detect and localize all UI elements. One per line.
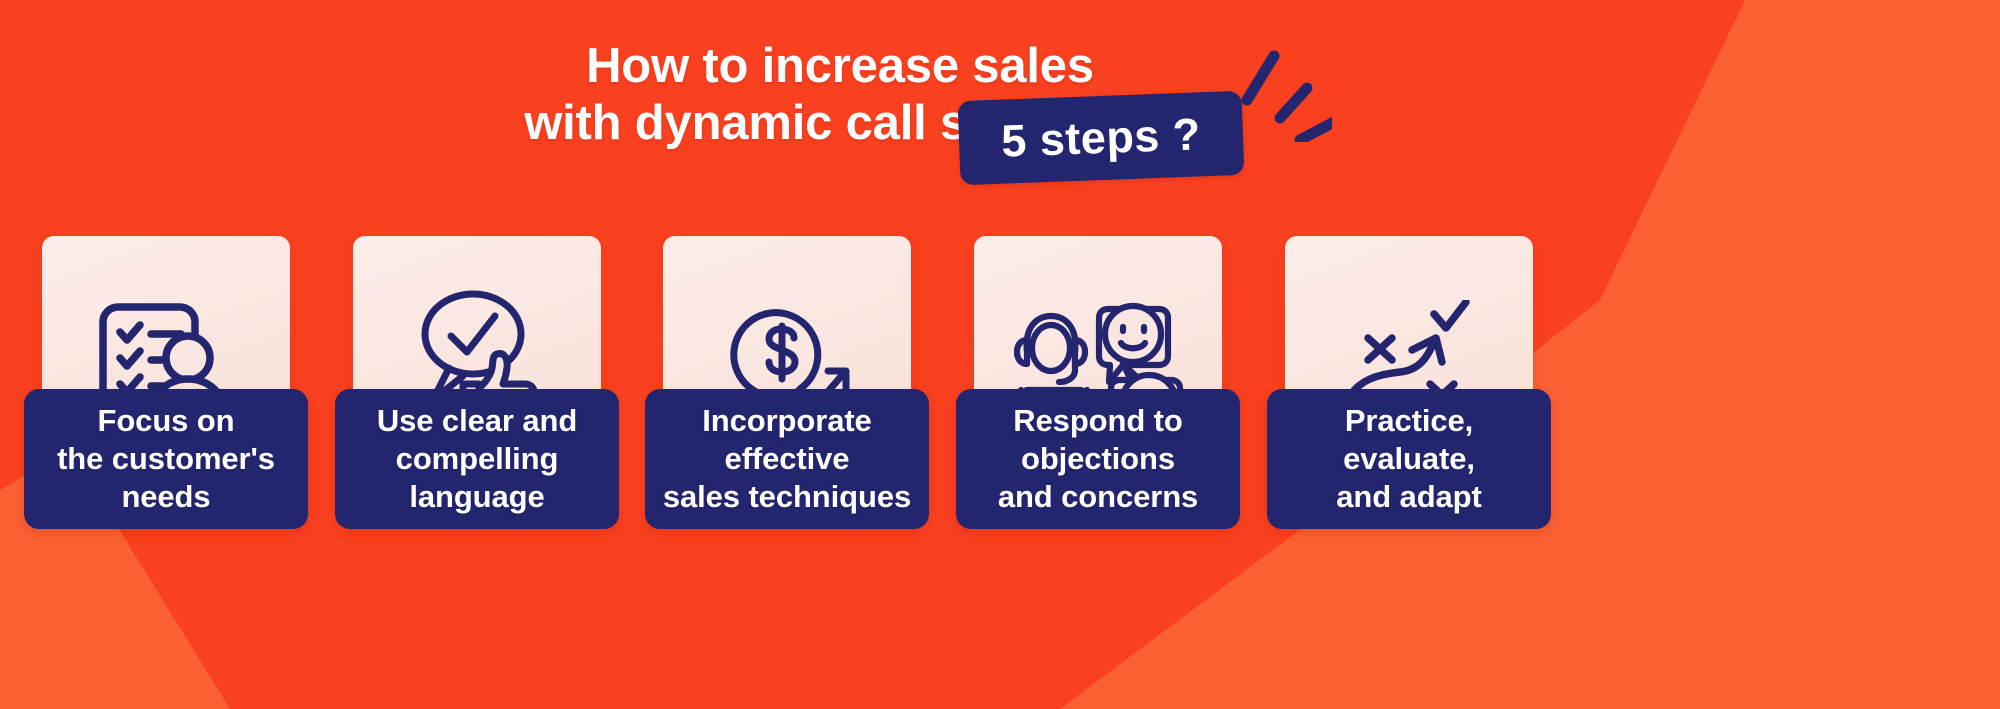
step-card-3-label[interactable]: Incorporate effective sales techniques: [645, 389, 929, 529]
step-4-label-line-2: objections: [1020, 441, 1175, 477]
step-card-2-label[interactable]: Use clear and compelling language: [335, 389, 619, 529]
step-4-label-line-3: and concerns: [997, 478, 1199, 514]
step-card-3-label-text: Incorporate effective sales techniques: [653, 402, 921, 515]
step-3-label-line-3: sales techniques: [662, 478, 912, 514]
step-1-label-line-2: the customer's: [57, 441, 275, 477]
step-card-1-label[interactable]: Focus on the customer's needs: [24, 389, 308, 529]
step-5-label-line-1: Practice,: [1344, 403, 1474, 439]
step-card-1-label-text: Focus on the customer's needs: [47, 402, 285, 515]
step-card-2-label-text: Use clear and compelling language: [367, 402, 587, 515]
step-5-label-line-2: evaluate,: [1343, 441, 1475, 477]
step-4-label-line-1: Respond to: [1013, 403, 1183, 439]
step-2-label-line-1: Use clear and: [376, 403, 578, 439]
infographic-canvas: How to increase sales with dynamic call …: [0, 0, 2000, 709]
step-3-label-line-2: effective: [724, 441, 850, 477]
step-5-label-line-3: and adapt: [1336, 478, 1482, 514]
step-card-5-label-text: Practice, evaluate, and adapt: [1326, 402, 1492, 515]
step-2-label-line-2: compelling: [395, 441, 559, 477]
step-card-5-label[interactable]: Practice, evaluate, and adapt: [1267, 389, 1551, 529]
step-1-label-line-1: Focus on: [97, 403, 235, 439]
steps-row: Focus on the customer's needs Use clear …: [0, 0, 2000, 709]
step-2-label-line-3: language: [409, 478, 545, 514]
step-3-label-line-1: Incorporate: [702, 403, 872, 439]
step-card-4-label[interactable]: Respond to objections and concerns: [956, 389, 1240, 529]
step-card-4-label-text: Respond to objections and concerns: [988, 402, 1208, 515]
step-1-label-line-3: needs: [121, 478, 211, 514]
